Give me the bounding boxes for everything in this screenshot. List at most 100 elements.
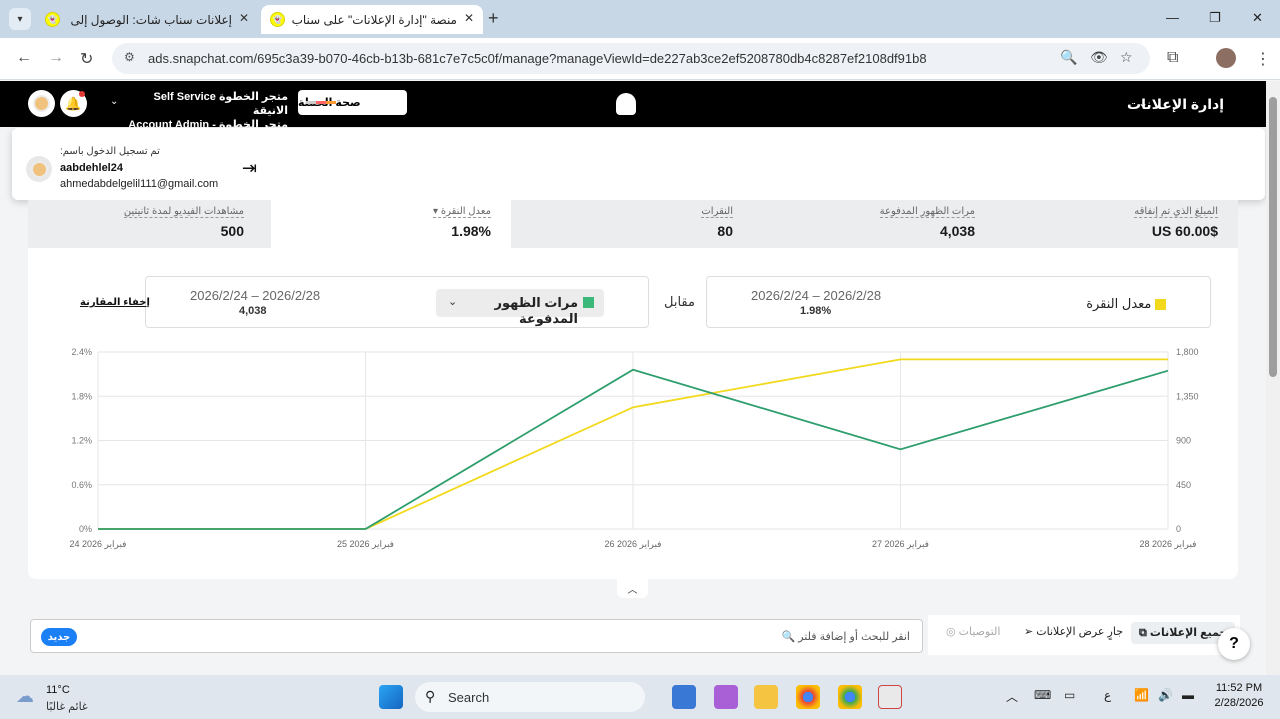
new-badge: جديد — [41, 628, 77, 646]
collapse-chart-button[interactable]: ︿ — [617, 578, 648, 598]
y-tick-left: 2.4% — [71, 347, 92, 357]
campaign-health-button[interactable]: صحة الحملة — [298, 90, 407, 115]
address-bar: ← → ↻ ⚙ ads.snapchat.com/695c3a39-b070-4… — [0, 38, 1280, 80]
y-axis-left: 0% 0.6% 1.2% 1.8% 2.4% — [71, 347, 92, 534]
menu-icon[interactable]: ⋮ — [1255, 49, 1271, 69]
extensions-icon[interactable]: ⧉ — [1167, 49, 1178, 67]
star-icon[interactable]: ☆ — [1120, 49, 1133, 66]
profile-avatar[interactable] — [1216, 48, 1236, 68]
cloud-icon: ☁ — [16, 686, 34, 706]
signed-in-label: :تم تسجيل الدخول باسم — [60, 146, 160, 157]
user-email: ahmedabdelgelil111@gmail.com — [60, 178, 219, 190]
page-scrollbar[interactable] — [1266, 81, 1280, 675]
y-tick-left: 0.6% — [71, 480, 92, 490]
y-tick-right: 1,350 — [1176, 391, 1199, 401]
forward-icon[interactable]: → — [48, 49, 64, 67]
x-tick: 26 فبراير 2026 — [604, 539, 661, 550]
search-icon: ⚲ — [425, 688, 436, 704]
wifi-icon[interactable]: 📶 — [1134, 688, 1149, 702]
battery-icon[interactable]: ▬ — [1182, 688, 1194, 702]
tab-search-button[interactable]: ▾ — [9, 8, 31, 30]
metric-ctr-selected[interactable]: معدل النقرة ▾ 1.98% — [271, 200, 511, 248]
chart-grid — [97, 351, 1169, 530]
line-chart: 0% 0.6% 1.2% 1.8% 2.4% 0 450 900 1,350 1,800 24 … — [69, 347, 1199, 550]
metric-impressions[interactable]: مرات الظهور المدفوعة 4,038 — [728, 200, 975, 248]
taskview-icon[interactable] — [672, 685, 696, 709]
app-header: 🔔 ⌄ Self Service متجر الخطوة الانيقة Acc… — [0, 81, 1266, 145]
primary-series-box: معدل النقرة 2026/2/24 – 2026/2/28 1.98% — [706, 276, 1211, 328]
tab-running-ads[interactable]: جارٍ عرض الإعلانات ➢ — [1024, 625, 1123, 638]
browser-tab-active[interactable]: 👻 منصة "إدارة الإعلانات" على سناب ✕ — [261, 5, 483, 34]
tab-title: إعلانات سناب شات: الوصول إلى — [70, 13, 232, 27]
account-popup: :تم تسجيل الدخول باسم aabdehlel24 ahmeda… — [12, 128, 1265, 200]
close-icon[interactable]: ✕ — [464, 11, 474, 25]
copilot-icon[interactable] — [714, 685, 738, 709]
username: aabdehlel24 — [60, 162, 123, 174]
restore-icon[interactable]: ❐ — [1209, 10, 1221, 26]
zoom-icon[interactable]: 🔍 — [1060, 49, 1077, 66]
system-clock[interactable]: 11:52 PM 2/28/2026 — [1208, 681, 1270, 711]
metric-swipes[interactable]: النقرات 80 — [528, 200, 733, 248]
ads-view-tabs: جميع الإعلانات ⧉ جارٍ عرض الإعلانات ➢ ال… — [928, 615, 1240, 655]
versus-label: مقابل — [664, 294, 695, 309]
metric-video-views[interactable]: مشاهدات الفيديو لمدة ثانيتين 500 — [28, 200, 244, 248]
minimize-icon[interactable]: — — [1166, 10, 1179, 25]
secondary-metric-dropdown[interactable]: مرات الظهور المدفوعة ⌄ — [436, 289, 604, 326]
chevron-down-icon: ⌄ — [448, 296, 458, 308]
filter-search-bar[interactable]: جديد انقر للبحث أو إضافة فلتر 🔍 — [30, 619, 923, 653]
primary-value: 1.98% — [800, 305, 832, 317]
hide-comparison-link[interactable]: إخفاء المقارنة — [80, 297, 150, 308]
user-avatar[interactable] — [28, 90, 55, 117]
new-tab-icon[interactable]: + — [488, 8, 499, 29]
close-icon[interactable]: ✕ — [239, 11, 249, 25]
url-omnibox[interactable]: ⚙ ads.snapchat.com/695c3a39-b070-46cb-b1… — [112, 43, 1150, 74]
x-tick: 27 فبراير 2026 — [872, 539, 929, 550]
metric-ctr-label: معدل النقرة ▾ — [433, 206, 491, 218]
site-info-icon[interactable]: ⚙ — [124, 50, 135, 64]
y-tick-right: 900 — [1176, 436, 1191, 446]
back-icon[interactable]: ← — [16, 49, 32, 67]
chrome-icon[interactable] — [796, 685, 820, 709]
eye-off-icon[interactable]: 👁 — [1090, 49, 1108, 66]
bell-icon[interactable]: 🔔 — [60, 90, 87, 117]
secondary-value: 4,038 — [239, 305, 267, 317]
windows-start-icon[interactable] — [379, 685, 403, 709]
app-icon[interactable] — [878, 685, 902, 709]
metrics-row: المبلغ الذي تم إنفاقه $US 60.00 مرات الظ… — [28, 200, 1238, 248]
primary-dates: 2026/2/24 – 2026/2/28 — [751, 288, 882, 303]
browser-tab-bar: ▾ 👻 إعلانات سناب شات: الوصول إلى ✕ 👻 منص… — [0, 0, 1280, 38]
y-tick-right: 1,800 — [1176, 347, 1199, 357]
filter-placeholder: انقر للبحث أو إضافة فلتر 🔍 — [781, 631, 910, 643]
help-icon[interactable]: ? — [1218, 628, 1250, 660]
snapchat-logo-icon[interactable] — [616, 93, 636, 115]
metric-ctr-value: 1.98% — [451, 223, 491, 239]
y-tick-right: 450 — [1176, 480, 1191, 490]
close-window-icon[interactable]: ✕ — [1252, 10, 1263, 26]
health-bars-icon — [306, 101, 336, 104]
reload-icon[interactable]: ↻ — [80, 49, 93, 69]
file-explorer-icon[interactable] — [754, 685, 778, 709]
notification-dot — [79, 91, 85, 97]
tab-title: منصة "إدارة الإعلانات" على سناب — [291, 13, 457, 27]
x-axis: 24 فبراير 2026 25 فبراير 2026 26 فبراير 20… — [69, 539, 1196, 550]
volume-icon[interactable]: 🔊 — [1158, 688, 1173, 702]
browser-tab[interactable]: 👻 إعلانات سناب شات: الوصول إلى ✕ — [36, 5, 258, 34]
language-indicator[interactable]: ع — [1104, 688, 1111, 702]
series-color-swatch — [583, 297, 594, 308]
snapchat-ghost-icon: 👻 — [45, 12, 60, 27]
tray-chevron-icon[interactable]: ︿ — [1006, 688, 1018, 705]
keyboard-icon[interactable]: ⌨ — [1034, 688, 1051, 702]
y-tick-left: 1.8% — [71, 391, 92, 401]
manage-ads-menu[interactable]: إدارة الإعلانات — [1127, 96, 1224, 113]
chrome-profile-icon[interactable] — [838, 685, 862, 709]
logout-icon[interactable]: ⇥ — [242, 158, 257, 179]
metric-spend[interactable]: المبلغ الذي تم إنفاقه $US 60.00 — [943, 200, 1218, 248]
taskbar-search[interactable]: ⚲ Search — [415, 682, 645, 712]
x-tick: 24 فبراير 2026 — [69, 539, 126, 550]
windows-taskbar: ☁ 11°C غائم غالبًا ⚲ Search ︿ ⌨ ▭ ع 📶 🔊 … — [0, 675, 1280, 719]
display-icon[interactable]: ▭ — [1064, 688, 1075, 702]
tab-recommendations[interactable]: التوصيات ◎ — [946, 625, 1000, 638]
y-axis-right: 0 450 900 1,350 1,800 — [1176, 347, 1199, 534]
chart-card: معدل النقرة 2026/2/24 – 2026/2/28 1.98% … — [28, 248, 1238, 579]
primary-series-label: معدل النقرة — [1086, 296, 1166, 312]
